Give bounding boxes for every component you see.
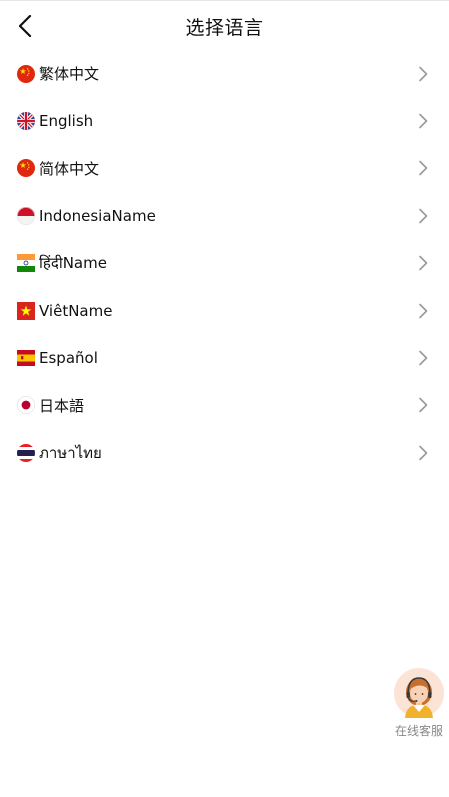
language-label: English: [39, 112, 94, 131]
chevron-right-icon: [419, 445, 428, 461]
page-header: 选择语言: [0, 1, 449, 49]
china-flag-icon: [17, 64, 35, 83]
language-label: 日本語: [39, 396, 85, 415]
thailand-flag-icon: [17, 443, 35, 462]
language-item-traditional-chinese[interactable]: 繁体中文: [0, 50, 449, 97]
language-label: हिंदीName: [39, 254, 107, 273]
chevron-right-icon: [419, 303, 428, 318]
vietnam-flag-icon: [17, 301, 35, 320]
language-item-indonesia[interactable]: IndonesiaName: [0, 192, 449, 239]
chevron-right-icon: [419, 113, 428, 129]
chevron-right-icon: [419, 161, 428, 176]
indonesia-flag-icon: [17, 206, 35, 225]
customer-service-button[interactable]: 在线客服: [391, 668, 447, 740]
language-label: 简体中文: [39, 159, 100, 178]
language-item-japanese[interactable]: 日本語: [0, 382, 449, 429]
india-flag-icon: [17, 254, 35, 273]
page-title: 选择语言: [185, 17, 264, 39]
chevron-right-icon: [419, 350, 428, 366]
language-item-simplified-chinese[interactable]: 简体中文: [0, 145, 449, 192]
language-label: ภาษาไทย: [39, 443, 102, 462]
language-item-hindi[interactable]: हिंदीName: [0, 240, 449, 287]
customer-service-agent-icon: [394, 668, 444, 718]
china-flag-icon: [17, 159, 35, 178]
uk-flag-icon: [17, 112, 35, 131]
language-label: ViêtName: [39, 301, 113, 320]
language-item-spanish[interactable]: Español: [0, 334, 449, 381]
chevron-right-icon: [419, 66, 428, 81]
chevron-right-icon: [419, 398, 428, 413]
chevron-right-icon: [419, 255, 428, 271]
language-item-thai[interactable]: ภาษาไทย: [0, 429, 449, 476]
language-list: 繁体中文 English 简体中文 IndonesiaName हिंदीNam…: [0, 50, 449, 477]
chevron-right-icon: [419, 208, 428, 224]
japan-flag-icon: [17, 396, 35, 415]
language-label: 繁体中文: [39, 65, 100, 84]
language-label: Español: [39, 349, 98, 368]
language-label: IndonesiaName: [39, 206, 156, 225]
language-item-vietnamese[interactable]: ViêtName: [0, 287, 449, 334]
customer-service-label: 在线客服: [394, 724, 443, 738]
spain-flag-icon: [17, 350, 35, 367]
language-item-english[interactable]: English: [0, 97, 449, 144]
